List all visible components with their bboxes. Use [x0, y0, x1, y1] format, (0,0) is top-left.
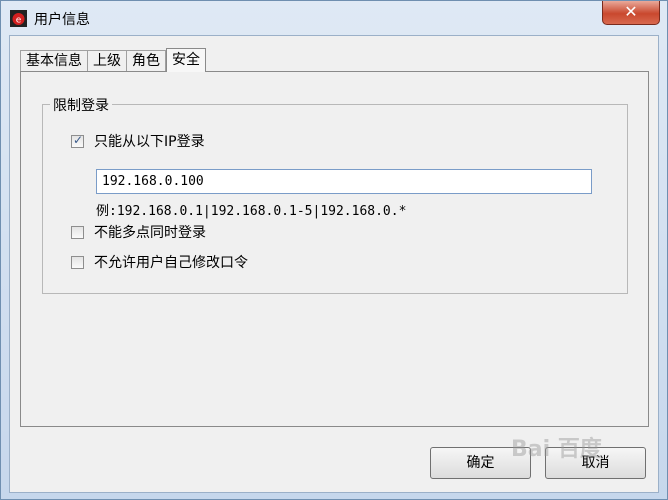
ip-address-input[interactable]: 192.168.0.100: [96, 169, 592, 194]
close-button[interactable]: ✕: [602, 1, 660, 25]
security-tab-panel: 限制登录 只能从以下IP登录 192.168.0.100 例:192.168.0…: [20, 71, 649, 427]
only-ip-login-checkbox[interactable]: [71, 133, 84, 148]
dialog-window: e 用户信息 ✕ 基本信息 上级 角色 安全 限制登录 只能从以下IP登录 19…: [0, 0, 668, 500]
no-change-password-label: 不允许用户自己修改口令: [94, 255, 248, 271]
tab-bar: 基本信息 上级 角色 安全: [20, 48, 206, 72]
tab-role[interactable]: 角色: [126, 50, 166, 72]
title-bar[interactable]: e 用户信息 ✕: [1, 1, 667, 35]
tab-basic-info[interactable]: 基本信息: [20, 50, 87, 72]
window-title: 用户信息: [34, 12, 90, 28]
app-logo-icon: e: [10, 10, 27, 27]
close-icon: ✕: [624, 2, 638, 21]
no-change-password-checkbox[interactable]: [71, 255, 84, 269]
no-multi-login-option[interactable]: 不能多点同时登录: [71, 222, 206, 242]
no-change-password-option[interactable]: 不允许用户自己修改口令: [71, 252, 248, 272]
tab-superior[interactable]: 上级: [87, 50, 126, 72]
no-multi-login-checkbox[interactable]: [71, 225, 84, 239]
baidu-watermark: Bai 百度: [511, 437, 602, 462]
svg-text:e: e: [16, 16, 22, 26]
only-ip-login-label: 只能从以下IP登录: [94, 134, 205, 150]
client-area: 基本信息 上级 角色 安全 限制登录 只能从以下IP登录 192.168.0.1…: [9, 35, 659, 493]
restrict-login-group: 限制登录 只能从以下IP登录 192.168.0.100 例:192.168.0…: [42, 95, 628, 294]
group-title: 限制登录: [50, 95, 112, 115]
only-ip-login-option[interactable]: 只能从以下IP登录: [71, 131, 205, 151]
tab-security[interactable]: 安全: [166, 48, 206, 72]
no-multi-login-label: 不能多点同时登录: [94, 225, 206, 241]
ip-format-example: 例:192.168.0.1|192.168.0.1-5|192.168.0.*: [96, 204, 407, 219]
